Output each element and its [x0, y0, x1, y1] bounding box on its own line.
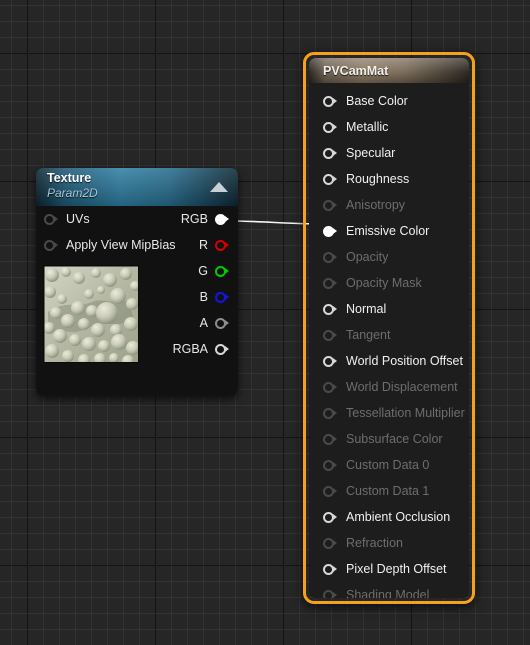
pin-label-custom-data-1: Custom Data 1: [346, 484, 430, 498]
pin-label-anisotropy: Anisotropy: [346, 198, 406, 212]
triangle-up-icon[interactable]: [210, 182, 228, 192]
texture-node-title: Texture: [47, 171, 92, 185]
pin-label-world-position-offset: World Position Offset: [346, 354, 463, 368]
pin-subsurface-color[interactable]: [323, 433, 338, 445]
pin-emissive-color[interactable]: [323, 225, 338, 237]
pin-uvs[interactable]: [44, 213, 59, 225]
texture-param2d-node[interactable]: Texture Param2D UVs Apply View MipBias R…: [36, 168, 238, 396]
texture-preview-thumbnail[interactable]: [43, 265, 139, 363]
pin-label-base-color: Base Color: [346, 94, 408, 108]
material-input-row-base-color[interactable]: Base Color: [309, 88, 469, 114]
pin-custom-data-0[interactable]: [323, 459, 338, 471]
pin-custom-data-1[interactable]: [323, 485, 338, 497]
pin-label-tessellation-multiplier: Tessellation Multiplier: [346, 406, 465, 420]
pin-metallic[interactable]: [323, 121, 338, 133]
material-input-row-specular[interactable]: Specular: [309, 140, 469, 166]
pin-label-tangent: Tangent: [346, 328, 391, 342]
material-input-row-ambient-occlusion[interactable]: Ambient Occlusion: [309, 504, 469, 530]
texture-node-header[interactable]: Texture Param2D: [36, 168, 238, 206]
pin-world-position-offset[interactable]: [323, 355, 338, 367]
pin-refraction[interactable]: [323, 537, 338, 549]
pin-g[interactable]: [215, 265, 230, 277]
material-input-row-refraction[interactable]: Refraction: [309, 530, 469, 556]
material-input-row-shading-model[interactable]: Shading Model: [309, 582, 469, 598]
pin-opacity[interactable]: [323, 251, 338, 263]
pin-opacity-mask[interactable]: [323, 277, 338, 289]
material-input-row-emissive-color[interactable]: Emissive Color: [309, 218, 469, 244]
pin-roughness[interactable]: [323, 173, 338, 185]
material-input-row-pixel-depth-offset[interactable]: Pixel Depth Offset: [309, 556, 469, 582]
texture-output-row-b[interactable]: B: [173, 284, 238, 310]
texture-output-row-rgb[interactable]: RGB: [173, 206, 238, 232]
texture-output-row-r[interactable]: R: [173, 232, 238, 258]
material-output-node-selection[interactable]: PVCamMat Base Color Metallic Specular Ro…: [303, 52, 475, 604]
texture-output-row-rgba[interactable]: RGBA: [173, 336, 238, 362]
pin-label-a: A: [199, 316, 208, 330]
material-input-row-subsurface-color[interactable]: Subsurface Color: [309, 426, 469, 452]
pin-label-subsurface-color: Subsurface Color: [346, 432, 443, 446]
pin-label-pixel-depth-offset: Pixel Depth Offset: [346, 562, 447, 576]
pin-label-opacity: Opacity: [346, 250, 389, 264]
pin-label-g: G: [198, 264, 208, 278]
texture-node-subtitle: Param2D: [47, 186, 98, 200]
pin-label-r: R: [198, 238, 208, 252]
material-input-row-world-position-offset[interactable]: World Position Offset: [309, 348, 469, 374]
pin-r[interactable]: [215, 239, 230, 251]
pin-world-displacement[interactable]: [323, 381, 338, 393]
texture-output-row-a[interactable]: A: [173, 310, 238, 336]
pin-label-world-displacement: World Displacement: [346, 380, 458, 394]
pin-label-rgba: RGBA: [172, 342, 208, 356]
pin-label-specular: Specular: [346, 146, 396, 160]
pin-label-opacity-mask: Opacity Mask: [346, 276, 422, 290]
texture-input-row-uvs[interactable]: UVs: [36, 206, 176, 232]
pin-b[interactable]: [215, 291, 230, 303]
pin-label-uvs: UVs: [66, 212, 90, 226]
texture-preview-image: [44, 266, 138, 362]
pin-label-apply-view-mipbias: Apply View MipBias: [66, 238, 176, 252]
material-input-row-opacity-mask[interactable]: Opacity Mask: [309, 270, 469, 296]
pin-label-roughness: Roughness: [346, 172, 410, 186]
pin-ambient-occlusion[interactable]: [323, 511, 338, 523]
pin-label-custom-data-0: Custom Data 0: [346, 458, 430, 472]
pin-a[interactable]: [215, 317, 230, 329]
material-input-pin-list: Base Color Metallic Specular Roughness A…: [309, 83, 469, 598]
material-input-row-custom-data-1[interactable]: Custom Data 1: [309, 478, 469, 504]
pin-tessellation-multiplier[interactable]: [323, 407, 338, 419]
pin-anisotropy[interactable]: [323, 199, 338, 211]
material-input-row-anisotropy[interactable]: Anisotropy: [309, 192, 469, 218]
texture-output-row-g[interactable]: G: [173, 258, 238, 284]
material-input-row-normal[interactable]: Normal: [309, 296, 469, 322]
material-input-row-world-displacement[interactable]: World Displacement: [309, 374, 469, 400]
texture-node-body: UVs Apply View MipBias RGB R G B A RGBA: [36, 206, 238, 396]
material-node-header[interactable]: PVCamMat: [309, 58, 469, 83]
pin-pixel-depth-offset[interactable]: [323, 563, 338, 575]
texture-output-pin-list: RGB R G B A RGBA: [173, 206, 238, 362]
pin-base-color[interactable]: [323, 95, 338, 107]
material-input-row-opacity[interactable]: Opacity: [309, 244, 469, 270]
pin-rgba[interactable]: [215, 343, 230, 355]
texture-input-pin-list: UVs Apply View MipBias: [36, 206, 176, 258]
pin-label-metallic: Metallic: [346, 120, 389, 134]
pin-label-normal: Normal: [346, 302, 387, 316]
pin-label-emissive-color: Emissive Color: [346, 224, 430, 238]
material-input-row-tangent[interactable]: Tangent: [309, 322, 469, 348]
material-input-row-custom-data-0[interactable]: Custom Data 0: [309, 452, 469, 478]
pin-label-rgb: RGB: [180, 212, 208, 226]
material-output-node[interactable]: PVCamMat Base Color Metallic Specular Ro…: [309, 58, 469, 598]
material-input-row-tessellation-multiplier[interactable]: Tessellation Multiplier: [309, 400, 469, 426]
material-node-title: PVCamMat: [323, 63, 389, 78]
pin-shading-model[interactable]: [323, 589, 338, 598]
pin-label-b: B: [199, 290, 208, 304]
pin-label-refraction: Refraction: [346, 536, 403, 550]
pin-label-shading-model: Shading Model: [346, 588, 430, 598]
material-input-row-roughness[interactable]: Roughness: [309, 166, 469, 192]
pin-apply-view-mipbias[interactable]: [44, 239, 59, 251]
material-input-row-metallic[interactable]: Metallic: [309, 114, 469, 140]
texture-input-row-apply-view-mipbias[interactable]: Apply View MipBias: [36, 232, 176, 258]
pin-specular[interactable]: [323, 147, 338, 159]
pin-label-ambient-occlusion: Ambient Occlusion: [346, 510, 451, 524]
pin-rgb[interactable]: [215, 213, 230, 225]
pin-tangent[interactable]: [323, 329, 338, 341]
pin-normal[interactable]: [323, 303, 338, 315]
